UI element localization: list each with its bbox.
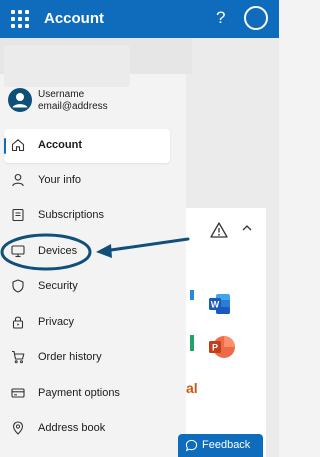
sidebar-item-label: Payment options	[38, 387, 120, 399]
svg-text:P: P	[212, 343, 218, 353]
app-title: Account	[44, 10, 104, 27]
content-card	[186, 208, 266, 457]
sidebar-item-order-history[interactable]: Order history	[0, 341, 186, 375]
app-launcher-icon[interactable]	[11, 10, 29, 28]
partial-app-icon	[190, 335, 194, 351]
help-icon[interactable]: ?	[216, 8, 225, 28]
username: Username	[38, 89, 85, 100]
sidebar-item-subscriptions[interactable]: Subscriptions	[0, 199, 186, 233]
partial-content-text: al	[186, 380, 198, 396]
word-icon: W	[209, 294, 230, 314]
sidebar-item-devices[interactable]: Devices	[0, 235, 186, 269]
sidebar-item-label: Your info	[38, 174, 82, 186]
home-icon	[11, 139, 25, 152]
monitor-icon	[11, 245, 25, 258]
user-email: email@address	[38, 101, 108, 112]
top-app-bar: Account ?	[0, 0, 279, 38]
profile-avatar-button[interactable]	[244, 6, 268, 30]
shield-icon	[12, 279, 24, 293]
feedback-label: Feedback	[202, 439, 251, 451]
location-pin-icon	[12, 421, 24, 435]
powerpoint-icon: P	[209, 336, 235, 358]
sidebar-item-label: Subscriptions	[38, 209, 105, 221]
sidebar-item-your-info[interactable]: Your info	[0, 164, 186, 198]
chevron-up-icon[interactable]	[242, 223, 252, 233]
sidebar-item-privacy[interactable]: Privacy	[0, 306, 186, 340]
cart-icon	[12, 350, 25, 364]
sidebar-item-account[interactable]: Account	[4, 129, 170, 163]
person-icon	[12, 173, 24, 187]
user-avatar-icon	[8, 88, 32, 112]
sidebar-item-label: Order history	[38, 351, 102, 363]
sidebar-item-payment-options[interactable]: Payment options	[0, 377, 186, 411]
card-icon	[11, 388, 25, 398]
user-card	[4, 45, 130, 87]
sidebar-item-label: Address book	[38, 422, 106, 434]
partial-app-icon	[190, 290, 194, 300]
sidebar-item-security[interactable]: Security	[0, 270, 186, 304]
sidebar-item-label: Devices	[38, 245, 78, 257]
sidebar-item-label: Privacy	[38, 316, 75, 328]
sidebar-item-address-book[interactable]: Address book	[0, 412, 186, 446]
sidebar-item-label: Security	[38, 280, 78, 292]
lock-icon	[12, 316, 24, 329]
warning-icon[interactable]	[210, 222, 228, 238]
svg-text:W: W	[211, 300, 220, 310]
feedback-button[interactable]: Feedback	[178, 434, 263, 457]
sidebar-item-label: Account	[38, 139, 82, 151]
receipt-icon	[12, 208, 24, 222]
feedback-icon	[185, 439, 198, 452]
